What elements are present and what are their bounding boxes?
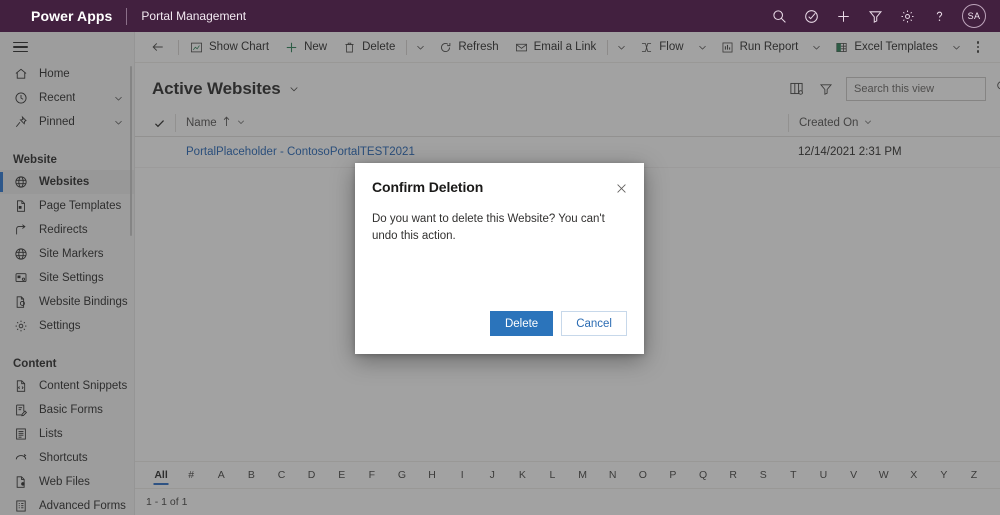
settings-gear-icon[interactable]: [892, 0, 922, 32]
brand-divider: [126, 7, 128, 25]
dialog-message: Do you want to delete this Website? You …: [372, 213, 605, 242]
confirm-deletion-dialog: Confirm Deletion Do you want to delete t…: [355, 163, 644, 354]
search-icon[interactable]: [764, 0, 794, 32]
dialog-header: Confirm Deletion: [355, 163, 644, 199]
avatar[interactable]: SA: [962, 4, 986, 28]
powerapps-brand[interactable]: Power Apps: [31, 8, 112, 24]
help-icon[interactable]: [924, 0, 954, 32]
power-apps-window: Power Apps Portal Management SA Home Rec…: [0, 0, 1000, 515]
app-name-label[interactable]: Portal Management: [141, 9, 246, 23]
filter-icon[interactable]: [860, 0, 890, 32]
close-icon[interactable]: [610, 177, 632, 199]
dialog-footer: Delete Cancel: [355, 311, 644, 354]
add-icon[interactable]: [828, 0, 858, 32]
header-actions: SA: [764, 0, 1000, 32]
cancel-button[interactable]: Cancel: [561, 311, 627, 336]
top-header-bar: Power Apps Portal Management SA: [0, 0, 1000, 32]
dialog-title: Confirm Deletion: [372, 179, 484, 195]
header-brand-area: Power Apps Portal Management: [0, 7, 246, 25]
delete-button[interactable]: Delete: [489, 311, 554, 336]
wellness-check-icon[interactable]: [796, 0, 826, 32]
